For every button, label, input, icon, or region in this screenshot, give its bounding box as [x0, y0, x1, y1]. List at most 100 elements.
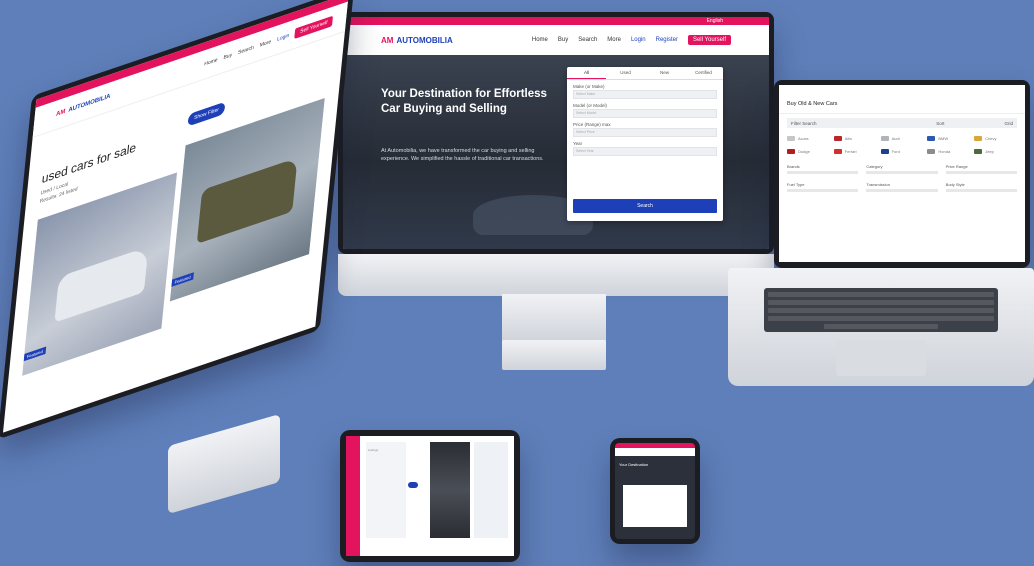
- brand-item[interactable]: Alfa: [833, 136, 877, 141]
- year-placeholder: Select Year: [576, 149, 594, 153]
- filter-row-line: [866, 189, 938, 192]
- search-button[interactable]: Search: [573, 199, 717, 213]
- left-sell-button[interactable]: Sell Yourself: [294, 15, 334, 39]
- filter-row[interactable]: Brands: [787, 164, 859, 174]
- trackpad: [836, 340, 926, 376]
- phone-hero-title: Your Destination: [619, 462, 649, 467]
- car-card[interactable]: Featured: [169, 97, 325, 302]
- search-tabs: All Used New Certified: [567, 67, 723, 80]
- login-link[interactable]: Login: [631, 37, 646, 43]
- main-nav: AM AUTOMOBILIA Home Buy Search More Logi…: [343, 25, 769, 56]
- brand-name: Jeep: [985, 149, 994, 154]
- brand-name: Honda: [938, 149, 951, 154]
- key-row: [768, 300, 994, 305]
- brand-item[interactable]: Jeep: [974, 149, 1017, 154]
- tablet-content: Listings: [360, 436, 514, 556]
- search-form: All Used New Certified Make (or Make) Se…: [567, 67, 723, 221]
- filter-row[interactable]: Body Style: [945, 182, 1017, 192]
- language-selector[interactable]: English: [707, 18, 723, 24]
- tab-all[interactable]: All: [567, 67, 606, 79]
- model-placeholder: Select Model: [576, 111, 597, 115]
- logo-text: AUTOMOBILIA: [396, 35, 453, 45]
- model-select[interactable]: Select Model: [573, 109, 717, 118]
- logo[interactable]: AM AUTOMOBILIA: [381, 36, 453, 45]
- tablet-label: Listings: [368, 448, 379, 452]
- brand-name: Chevy: [985, 136, 997, 141]
- year-label: Year: [573, 141, 583, 146]
- left-logo[interactable]: AM AUTOMOBILIA: [56, 93, 111, 118]
- price-placeholder: Select Price: [576, 130, 595, 134]
- tab-certified[interactable]: Certified: [684, 67, 723, 79]
- filter-row-line: [866, 171, 938, 174]
- hero-title: Your Destination for Effortless Car Buyi…: [381, 88, 547, 115]
- laptop-screen: Buy Old & New Cars Filter Search Sort Gr…: [779, 85, 1025, 262]
- brand-item[interactable]: Honda: [927, 149, 970, 154]
- tab-used[interactable]: Used: [606, 67, 645, 79]
- left-nav-home[interactable]: Home: [204, 57, 218, 68]
- left-nav-more[interactable]: More: [259, 39, 271, 49]
- brand-item[interactable]: Ford: [880, 149, 924, 154]
- sort-control[interactable]: Sort: [936, 121, 944, 126]
- left-logo-mark: AM: [55, 108, 66, 119]
- nav-buy[interactable]: Buy: [558, 37, 568, 43]
- left-logo-text: AUTOMOBILIA: [67, 93, 111, 114]
- model-label: Model (or Model): [573, 103, 608, 108]
- make-placeholder: Select Make: [576, 92, 596, 96]
- brand-logo-icon: [833, 149, 842, 154]
- brand-item[interactable]: Acura: [787, 136, 830, 141]
- brand-item[interactable]: Ferrari: [833, 149, 877, 154]
- laptop-base: [728, 268, 1034, 386]
- laptop-heading: Buy Old & New Cars: [779, 85, 1025, 114]
- brand-item[interactable]: Chevy: [974, 136, 1017, 141]
- left-nav-search[interactable]: Search: [238, 45, 254, 57]
- brand-name: Audi: [891, 136, 900, 141]
- hero-text: At Automobilia, we have transformed the …: [381, 148, 544, 162]
- brand-item[interactable]: BMW: [927, 136, 970, 141]
- brand-logo-icon: [787, 136, 795, 141]
- brand-name: BMW: [938, 136, 949, 141]
- nav-items: Home Buy Search More Login Register Sell…: [532, 35, 731, 45]
- filter-bar[interactable]: Filter Search Sort Grid: [787, 118, 1017, 128]
- nav-home[interactable]: Home: [532, 37, 548, 43]
- filter-row[interactable]: Category: [866, 164, 938, 174]
- filter-row-line: [787, 171, 859, 174]
- filter-row[interactable]: Price Range: [945, 164, 1017, 174]
- register-link[interactable]: Register: [656, 37, 678, 43]
- filter-row-label: Body Style: [945, 182, 965, 187]
- top-bar: English: [343, 17, 769, 25]
- tab-new[interactable]: New: [645, 67, 684, 79]
- make-select[interactable]: Select Make: [573, 90, 717, 99]
- phone-screen: Your Destination: [615, 443, 695, 539]
- filter-row[interactable]: Fuel Type: [787, 182, 859, 192]
- brand-item[interactable]: Dodge: [787, 149, 830, 154]
- tablet-panel: [366, 442, 406, 538]
- make-label: Make (or Make): [573, 84, 605, 89]
- main-monitor-base: [502, 340, 606, 370]
- year-select[interactable]: Select Year: [573, 147, 717, 156]
- filter-row[interactable]: Transmission: [866, 182, 938, 192]
- page-title: used cars for sale: [41, 139, 137, 187]
- brand-name: Ford: [891, 149, 900, 154]
- logo-mark: AM: [381, 35, 394, 45]
- tablet-car-photo: [430, 442, 470, 538]
- left-nav-buy[interactable]: Buy: [223, 52, 232, 61]
- tablet-sidebar: [346, 436, 360, 556]
- view-toggle[interactable]: Grid: [1004, 121, 1013, 126]
- filter-row-line: [945, 189, 1017, 192]
- key-row: [768, 308, 994, 313]
- filter-button[interactable]: Show Filter: [187, 101, 226, 127]
- main-monitor-chin: [338, 254, 774, 296]
- filter-rows: Brands Category Price Range Fuel Type Tr…: [779, 158, 1025, 198]
- price-select[interactable]: Select Price: [573, 128, 717, 137]
- nav-search[interactable]: Search: [578, 37, 597, 43]
- brand-logo-icon: [787, 149, 795, 154]
- left-login-link[interactable]: Login: [277, 33, 290, 43]
- key-row: [768, 316, 994, 321]
- sell-button[interactable]: Sell Yourself: [687, 35, 731, 45]
- brand-item[interactable]: Audi: [880, 136, 924, 141]
- tablet-list: [474, 442, 508, 538]
- nav-more[interactable]: More: [607, 37, 621, 43]
- brand-logo-icon: [974, 149, 983, 154]
- tablet-pill[interactable]: [408, 482, 418, 488]
- main-monitor-screen: English AM AUTOMOBILIA Home Buy Search M…: [343, 17, 769, 249]
